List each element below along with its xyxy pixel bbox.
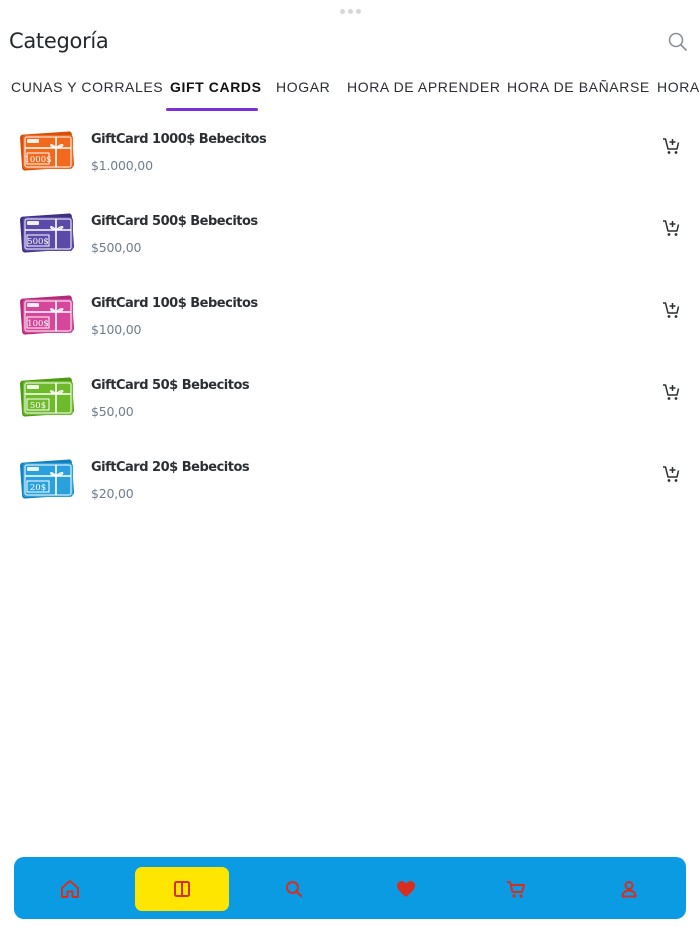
categories-icon — [174, 881, 190, 897]
product-row[interactable]: 1000$ GiftCard 1000$ Bebecitos $1.000,00 — [0, 126, 700, 208]
product-name[interactable]: GiftCard 50$ Bebecitos — [91, 378, 250, 393]
gift-card-image: 500$ — [18, 212, 76, 256]
tab-hora-de-aprender[interactable]: HORA DE APRENDER — [347, 72, 501, 112]
product-price: $1.000,00 — [91, 158, 153, 173]
product-row[interactable]: 50$ GiftCard 50$ Bebecitos $50,00 — [0, 372, 700, 454]
nav-home[interactable] — [23, 867, 117, 911]
category-tabs: CUNAS Y CORRALES GIFT CARDS HOGAR HORA D… — [0, 72, 700, 112]
bottom-navigation — [14, 857, 686, 919]
tab-hora-de-banarse[interactable]: HORA DE BAÑARSE — [507, 72, 650, 112]
heart-icon — [397, 881, 415, 897]
tab-cunas-y-corrales[interactable]: CUNAS Y CORRALES — [11, 72, 163, 112]
add-to-cart-button[interactable] — [661, 218, 681, 238]
nav-favorites[interactable] — [359, 867, 453, 911]
product-price: $50,00 — [91, 404, 134, 419]
gift-card-image: 50$ — [18, 376, 76, 420]
tab-hora[interactable]: HORA — [657, 72, 700, 112]
search-icon — [286, 881, 303, 898]
cart-plus-icon — [663, 220, 680, 236]
add-to-cart-button[interactable] — [661, 136, 681, 156]
add-to-cart-button[interactable] — [661, 464, 681, 484]
svg-text:100$: 100$ — [27, 319, 49, 329]
product-name[interactable]: GiftCard 20$ Bebecitos — [91, 460, 250, 475]
add-to-cart-button[interactable] — [661, 300, 681, 320]
product-row[interactable]: 100$ GiftCard 100$ Bebecitos $100,00 — [0, 290, 700, 372]
cart-plus-icon — [663, 302, 680, 318]
add-to-cart-button[interactable] — [661, 382, 681, 402]
tab-gift-cards[interactable]: GIFT CARDS — [170, 72, 262, 112]
page-title: Categoría — [9, 29, 109, 53]
user-icon — [621, 881, 637, 898]
product-price: $500,00 — [91, 240, 142, 255]
cart-icon — [507, 881, 525, 898]
nav-search[interactable] — [247, 867, 341, 911]
nav-account[interactable] — [582, 867, 676, 911]
cart-plus-icon — [663, 466, 680, 482]
active-tab-indicator — [166, 108, 258, 111]
gift-card-image: 20$ — [18, 458, 76, 502]
product-name[interactable]: GiftCard 1000$ Bebecitos — [91, 132, 267, 147]
product-name[interactable]: GiftCard 100$ Bebecitos — [91, 296, 258, 311]
cart-plus-icon — [663, 384, 680, 400]
nav-cart[interactable] — [469, 867, 563, 911]
gift-card-image: 100$ — [18, 294, 76, 338]
home-icon — [61, 880, 79, 898]
svg-text:50$: 50$ — [30, 401, 46, 411]
product-price: $20,00 — [91, 486, 134, 501]
tab-hogar[interactable]: HOGAR — [276, 72, 330, 112]
sheet-drag-handle[interactable] — [340, 9, 361, 14]
svg-text:20$: 20$ — [30, 483, 46, 493]
product-row[interactable]: 500$ GiftCard 500$ Bebecitos $500,00 — [0, 208, 700, 290]
gift-card-image: 1000$ — [18, 130, 76, 174]
svg-text:1000$: 1000$ — [24, 155, 51, 165]
cart-plus-icon — [663, 138, 680, 154]
nav-categories[interactable] — [135, 867, 229, 911]
product-price: $100,00 — [91, 322, 142, 337]
svg-text:500$: 500$ — [27, 237, 49, 247]
product-name[interactable]: GiftCard 500$ Bebecitos — [91, 214, 258, 229]
search-icon[interactable] — [667, 31, 689, 53]
product-row[interactable]: 20$ GiftCard 20$ Bebecitos $20,00 — [0, 454, 700, 536]
